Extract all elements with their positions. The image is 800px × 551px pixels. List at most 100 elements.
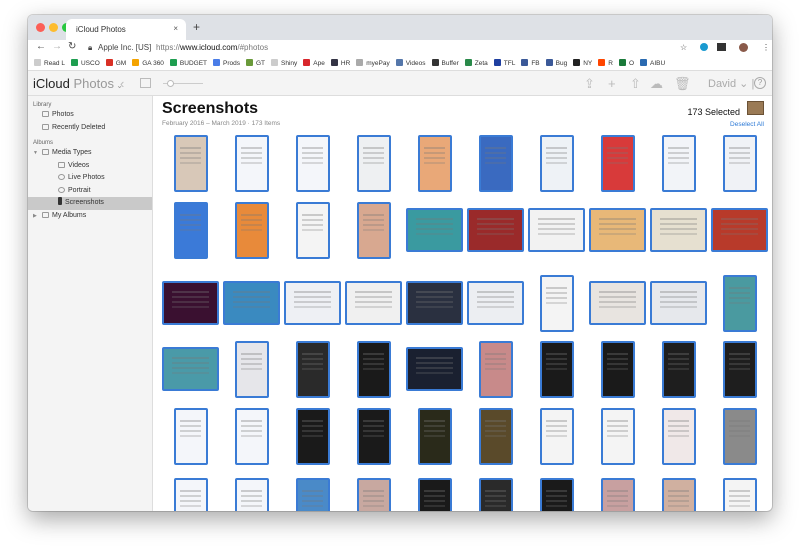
close-window-button[interactable] [36, 23, 45, 32]
sidebar-item-videos[interactable]: Videos [28, 160, 152, 173]
slider-thumb[interactable] [167, 80, 174, 87]
photo-cell[interactable] [404, 475, 465, 511]
photo-cell[interactable] [709, 133, 770, 193]
sidebar-item-my-albums[interactable]: ▶ My Albums [28, 210, 152, 223]
screenshot-thumbnail[interactable] [173, 477, 208, 511]
screenshot-thumbnail[interactable] [600, 477, 635, 511]
trash-icon[interactable]: 🗑︎ [674, 76, 691, 92]
extension-icon[interactable] [700, 43, 708, 51]
deselect-all-link[interactable]: Deselect All [730, 121, 764, 128]
upload-icon[interactable]: ⇪ [584, 76, 595, 92]
screenshot-thumbnail[interactable] [223, 281, 280, 325]
screenshot-thumbnail[interactable] [722, 477, 757, 511]
photo-cell[interactable] [343, 273, 404, 333]
bookmark-item[interactable]: GM [105, 59, 126, 67]
screenshot-thumbnail[interactable] [295, 201, 330, 259]
screenshot-thumbnail[interactable] [539, 274, 574, 332]
screenshot-thumbnail[interactable] [162, 281, 219, 325]
photo-cell[interactable] [587, 273, 648, 333]
photo-cell[interactable] [160, 339, 221, 399]
screenshot-thumbnail[interactable] [284, 281, 341, 325]
bookmark-item[interactable]: O [618, 59, 634, 67]
screenshot-thumbnail[interactable] [356, 477, 391, 511]
bookmark-item[interactable]: Shiny [271, 59, 297, 67]
close-tab-icon[interactable]: × [173, 24, 178, 33]
screenshot-thumbnail[interactable] [528, 208, 585, 252]
screenshot-thumbnail[interactable] [711, 208, 768, 252]
bookmark-item[interactable]: HR [330, 59, 350, 67]
url-field[interactable]: https://www.icloud.com/#photos [156, 43, 268, 52]
screenshot-thumbnail[interactable] [173, 201, 208, 259]
extension-icon[interactable] [717, 43, 726, 51]
screenshot-thumbnail[interactable] [234, 134, 269, 192]
screenshot-thumbnail[interactable] [722, 340, 757, 398]
zoom-slider[interactable] [163, 80, 203, 87]
screenshot-thumbnail[interactable] [539, 134, 574, 192]
bookmark-item[interactable]: GT [246, 59, 265, 67]
photo-cell[interactable] [404, 405, 465, 467]
photo-cell[interactable] [404, 339, 465, 399]
screenshot-thumbnail[interactable] [173, 407, 208, 465]
screenshot-thumbnail[interactable] [478, 134, 513, 192]
screenshot-thumbnail[interactable] [406, 208, 463, 252]
photo-cell[interactable] [526, 475, 587, 511]
screenshot-thumbnail[interactable] [295, 134, 330, 192]
screenshot-thumbnail[interactable] [600, 134, 635, 192]
photo-cell[interactable] [587, 200, 648, 260]
photo-cell[interactable] [221, 200, 282, 260]
photo-cell[interactable] [709, 339, 770, 399]
bookmark-item[interactable]: TFL [493, 59, 515, 67]
bookmark-item[interactable]: NY [573, 59, 592, 67]
screenshot-thumbnail[interactable] [600, 407, 635, 465]
screenshot-thumbnail[interactable] [356, 201, 391, 259]
sidebar-item-portrait[interactable]: Portrait [28, 185, 152, 198]
screenshot-thumbnail[interactable] [234, 477, 269, 511]
app-brand[interactable]: iCloud Photos ⌄ [33, 76, 123, 91]
screenshot-thumbnail[interactable] [539, 340, 574, 398]
screenshot-thumbnail[interactable] [234, 407, 269, 465]
screenshot-thumbnail[interactable] [417, 407, 452, 465]
photo-cell[interactable] [282, 200, 343, 260]
photo-cell[interactable] [526, 405, 587, 467]
photo-cell[interactable] [404, 200, 465, 260]
disclosure-closed-icon[interactable]: ▶ [33, 210, 37, 223]
photo-cell[interactable] [465, 405, 526, 467]
bookmark-item[interactable]: myePay [356, 59, 390, 67]
add-icon[interactable]: + [608, 76, 616, 91]
bookmark-item[interactable]: Zeta [464, 59, 488, 67]
photo-cell[interactable] [465, 475, 526, 511]
screenshot-thumbnail[interactable] [467, 208, 524, 252]
screenshot-thumbnail[interactable] [722, 274, 757, 332]
photo-cell[interactable] [648, 339, 709, 399]
screenshot-thumbnail[interactable] [356, 134, 391, 192]
minimize-window-button[interactable] [49, 23, 58, 32]
screenshot-thumbnail[interactable] [234, 201, 269, 259]
photo-cell[interactable] [526, 200, 587, 260]
screenshot-thumbnail[interactable] [589, 208, 646, 252]
photo-cell[interactable] [343, 339, 404, 399]
photo-cell[interactable] [465, 339, 526, 399]
photo-cell[interactable] [282, 339, 343, 399]
photo-cell[interactable] [343, 405, 404, 467]
bookmark-item[interactable]: Read L [34, 59, 65, 67]
sidebar-item-photos[interactable]: Photos [28, 109, 152, 122]
bookmark-item[interactable]: FB [521, 59, 540, 67]
sidebar-item-recently-deleted[interactable]: Recently Deleted [28, 122, 152, 135]
bookmark-item[interactable]: Buffer [431, 59, 459, 67]
screenshot-thumbnail[interactable] [162, 347, 219, 391]
screenshot-thumbnail[interactable] [295, 340, 330, 398]
browser-tab[interactable]: iCloud Photos × [66, 19, 186, 40]
photo-cell[interactable] [587, 339, 648, 399]
screenshot-thumbnail[interactable] [356, 407, 391, 465]
profile-avatar[interactable] [739, 43, 748, 52]
screenshot-thumbnail[interactable] [234, 340, 269, 398]
share-icon[interactable]: ⇧ [630, 76, 641, 92]
download-icon[interactable]: ☁ [650, 76, 663, 92]
screenshot-thumbnail[interactable] [722, 407, 757, 465]
photo-cell[interactable] [587, 133, 648, 193]
photo-cell[interactable] [282, 133, 343, 193]
screenshot-thumbnail[interactable] [345, 281, 402, 325]
bookmark-star-icon[interactable]: ☆ [680, 43, 687, 52]
photo-cell[interactable] [648, 405, 709, 467]
photo-cell[interactable] [465, 133, 526, 193]
